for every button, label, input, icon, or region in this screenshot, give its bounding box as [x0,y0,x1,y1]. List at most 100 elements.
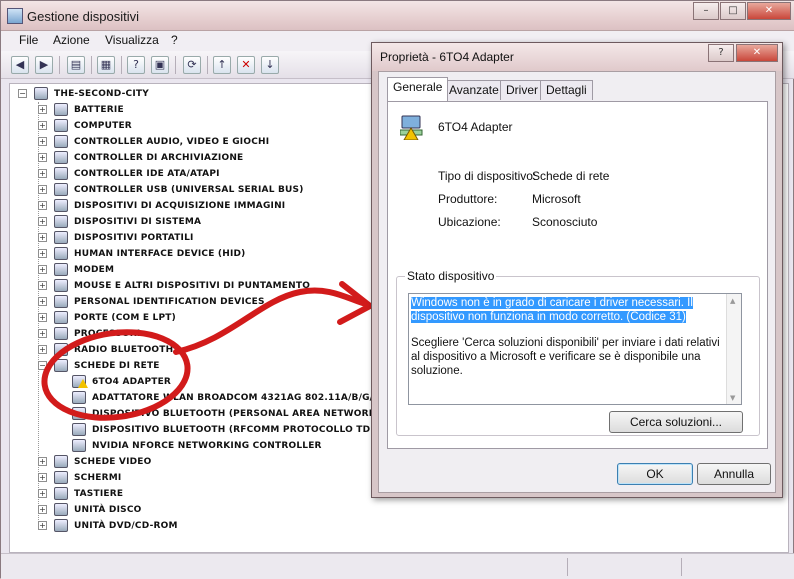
device-category-icon [54,135,68,148]
tree-item-label: DISPOSITIVO BLUETOOTH (RFCOMM PROTOCOLLO… [92,425,379,435]
device-status-group: Stato dispositivo Windows non è in grado… [396,269,760,436]
device-category-icon [54,343,68,356]
device-category-icon [54,263,68,276]
expand-toggle[interactable]: + [38,473,47,482]
status-error-text[interactable]: Windows non è in grado di caricare i dri… [411,296,726,324]
tree-item-label: UNITÀ DVD/CD-ROM [74,521,178,531]
expand-toggle[interactable]: + [38,153,47,162]
device-category-icon [54,487,68,500]
menu-file[interactable]: File [19,33,38,47]
prop-label-location: Ubicazione: [438,215,501,229]
tab-avanzate[interactable]: Avanzate [443,80,505,100]
ok-button[interactable]: OK [617,463,693,485]
menu-azione[interactable]: Azione [53,33,90,47]
device-category-icon [54,247,68,260]
prop-value-location: Sconosciuto [532,215,598,229]
maximize-button[interactable]: □ [720,2,746,20]
device-category-icon [54,359,68,372]
close-button[interactable]: ✕ [747,2,791,20]
forward-icon[interactable]: ▶ [35,56,53,74]
expand-toggle[interactable]: + [38,169,47,178]
scroll-down-icon[interactable]: ▼ [730,394,735,402]
prop-value-type: Schede di rete [532,169,610,183]
window-title: Gestione dispositivi [27,9,139,24]
status-bar [1,553,794,579]
back-icon[interactable]: ◀ [11,56,29,74]
expand-toggle[interactable]: + [38,297,47,306]
dialog-titlebar: Proprietà - 6TO4 Adapter ? ✕ [372,43,782,71]
expand-toggle[interactable]: + [38,505,47,514]
tree-item-label: DISPOSITIVO BLUETOOTH (PERSONAL AREA NET… [92,409,381,419]
general-tab-panel: 6TO4 Adapter Tipo di dispositivo: Schede… [387,101,768,449]
view-icon[interactable]: ▣ [151,56,169,74]
expand-toggle[interactable]: + [38,313,47,322]
search-solutions-button[interactable]: Cerca soluzioni... [609,411,743,433]
tree-item-label: PERSONAL IDENTIFICATION DEVICES [74,297,265,307]
dialog-help-button[interactable]: ? [708,44,734,62]
device-category-icon [54,471,68,484]
prop-value-manufacturer: Microsoft [532,192,581,206]
menu-help[interactable]: ? [171,33,178,47]
tree-item-label: HUMAN INTERFACE DEVICE (HID) [74,249,246,259]
cancel-button[interactable]: Annulla [697,463,771,485]
device-category-icon [54,183,68,196]
tab-generale[interactable]: Generale [387,77,449,101]
network-adapter-icon [400,115,423,140]
uninstall-icon[interactable]: ✕ [237,56,255,74]
device-name: 6TO4 Adapter [438,120,513,134]
device-status-textbox[interactable]: Windows non è in grado di caricare i dri… [408,293,742,405]
show-hide-tree-icon[interactable]: ▤ [67,56,85,74]
expand-toggle[interactable]: + [38,457,47,466]
status-info-text: Scegliere 'Cerca soluzioni disponibili' … [411,337,720,377]
expand-toggle[interactable]: + [38,217,47,226]
main-titlebar: Gestione dispositivi – □ ✕ [1,1,794,31]
tab-driver[interactable]: Driver [500,80,544,100]
status-scrollbar[interactable]: ▲ ▼ [726,294,741,404]
update-driver-icon[interactable]: ↑ [213,56,231,74]
tab-dettagli[interactable]: Dettagli [540,80,593,100]
dialog-title: Proprietà - 6TO4 Adapter [380,50,514,64]
expand-toggle[interactable]: + [38,185,47,194]
device-category-icon [72,391,86,404]
properties-dialog: Proprietà - 6TO4 Adapter ? ✕ Generale Av… [371,42,783,498]
device-category-icon [72,439,86,452]
tree-item-label: DISPOSITIVI PORTATILI [74,233,194,243]
device-manager-icon [7,8,23,24]
prop-label-type: Tipo di dispositivo: [438,169,537,183]
expand-toggle[interactable]: + [38,489,47,498]
device-category-icon [54,167,68,180]
expand-toggle[interactable]: + [38,121,47,130]
expand-toggle[interactable]: + [38,345,47,354]
tree-item-label: UNITÀ DISCO [74,505,142,515]
collapse-toggle[interactable]: − [18,89,27,98]
expand-toggle[interactable]: + [38,105,47,114]
minimize-button[interactable]: – [693,2,719,20]
expand-toggle[interactable]: + [38,233,47,242]
tree-root-label: THE-SECOND-CITY [54,89,149,99]
tree-item-label: 6TO4 ADAPTER [92,377,172,387]
expand-toggle[interactable]: + [38,329,47,338]
tree-item-label: BATTERIE [74,105,124,115]
expand-toggle[interactable]: + [38,201,47,210]
dialog-close-button[interactable]: ✕ [736,44,778,62]
properties-icon[interactable]: ▦ [97,56,115,74]
device-status-label: Stato dispositivo [405,269,497,283]
scan-hardware-icon[interactable]: ⟳ [183,56,201,74]
expand-toggle[interactable]: + [38,137,47,146]
menu-visualizza[interactable]: Visualizza [105,33,159,47]
help-icon[interactable]: ? [127,56,145,74]
collapse-toggle[interactable]: − [38,361,47,370]
device-category-icon [54,327,68,340]
device-category-icon [54,519,68,532]
device-category-icon [54,295,68,308]
tree-item-label: RADIO BLUETOOTH [74,345,174,355]
tree-item-label: DISPOSITIVI DI ACQUISIZIONE IMMAGINI [74,201,286,211]
disable-icon[interactable]: ↓ [261,56,279,74]
scroll-up-icon[interactable]: ▲ [730,297,735,305]
tree-item-label: MOUSE E ALTRI DISPOSITIVI DI PUNTAMENTO [74,281,311,291]
expand-toggle[interactable]: + [38,281,47,290]
device-category-icon [54,151,68,164]
expand-toggle[interactable]: + [38,249,47,258]
expand-toggle[interactable]: + [38,265,47,274]
expand-toggle[interactable]: + [38,521,47,530]
